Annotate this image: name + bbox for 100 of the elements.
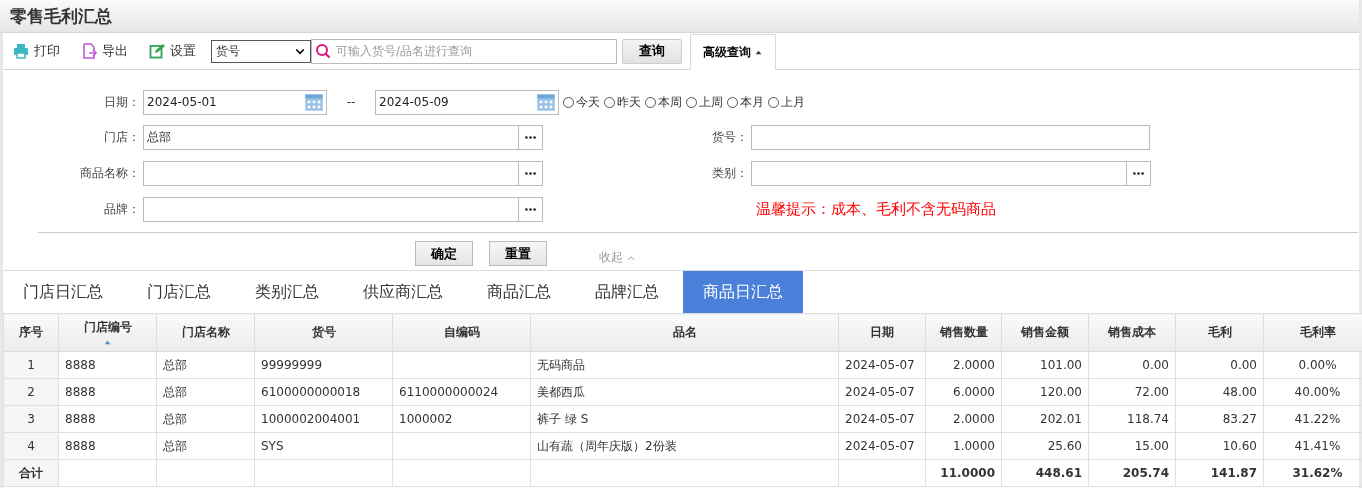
column-header[interactable]: 品名 [530, 313, 839, 352]
table-cell: 8888 [58, 405, 157, 433]
table-cell: 2 [3, 378, 59, 406]
radio-label[interactable]: 昨天 [617, 93, 641, 111]
tab[interactable]: 供应商汇总 [343, 271, 463, 313]
table-cell: 2.0000 [925, 405, 1002, 433]
action-button[interactable]: 确定 [414, 241, 473, 266]
table-cell: 15.00 [1088, 432, 1176, 460]
column-header[interactable]: 自编码 [392, 313, 531, 352]
tab[interactable]: 品牌汇总 [575, 271, 679, 313]
more-button[interactable] [519, 161, 543, 186]
table-cell: 101.00 [1001, 351, 1089, 379]
table-cell: 6.0000 [925, 378, 1002, 406]
table-cell: 0.00 [1088, 351, 1176, 379]
table-cell: 2024-05-07 [838, 405, 926, 433]
table-cell: 美都西瓜 [530, 378, 839, 406]
table-cell: 4 [3, 432, 59, 460]
table-cell: 25.60 [1001, 432, 1089, 460]
search-type-dropdown[interactable]: 货号 [211, 39, 311, 63]
radio-label[interactable]: 本周 [658, 93, 682, 111]
tab[interactable]: 商品汇总 [467, 271, 571, 313]
tab[interactable]: 门店汇总 [127, 271, 231, 313]
table-cell: 8888 [58, 351, 157, 379]
table-cell: SYS [254, 432, 393, 460]
table-cell: 8888 [58, 432, 157, 460]
toolbar-button[interactable]: 导出 [81, 42, 128, 60]
toolbar-button[interactable]: 打印 [13, 42, 60, 60]
field-label: 货号： [711, 129, 749, 146]
date-separator: -- [345, 95, 357, 109]
more-button[interactable] [519, 197, 543, 222]
window-title: 零售毛利汇总 [0, 0, 1359, 33]
radio-label[interactable]: 今天 [576, 93, 600, 111]
table-cell: 83.27 [1175, 405, 1264, 433]
table-cell: 总部 [156, 378, 255, 406]
field-label: 日期： [103, 93, 141, 111]
table-cell: 448.61 [1001, 459, 1089, 487]
more-button[interactable] [1127, 161, 1151, 186]
field-label: 品牌： [103, 201, 141, 218]
text-field[interactable] [751, 125, 1150, 150]
text-field[interactable] [143, 197, 519, 222]
column-header[interactable]: 毛利 [1175, 313, 1264, 352]
edit-icon [149, 43, 165, 59]
toolbar-button[interactable]: 设置 [149, 42, 196, 60]
action-button[interactable]: 重置 [488, 241, 547, 266]
table-cell: 合计 [3, 459, 59, 487]
table-cell: 2024-05-07 [838, 351, 926, 379]
text-field[interactable] [751, 161, 1127, 186]
table-cell: 1000002 [392, 405, 531, 433]
table-cell: 1.0000 [925, 432, 1002, 460]
calendar-icon [536, 92, 556, 112]
radio-label[interactable]: 上周 [699, 93, 723, 111]
print-icon [13, 43, 29, 59]
column-header[interactable]: 门店名称 [156, 313, 255, 352]
table-cell: 8888 [58, 378, 157, 406]
table-cell: 202.01 [1001, 405, 1089, 433]
table-cell: 72.00 [1088, 378, 1176, 406]
tab[interactable]: 门店日汇总 [3, 271, 123, 313]
table-cell: 10.60 [1175, 432, 1264, 460]
advanced-search-tab[interactable]: 高级查询 [690, 34, 776, 70]
search-icon [315, 42, 331, 59]
table-cell: 6110000000024 [392, 378, 531, 406]
table-cell: 总部 [156, 405, 255, 433]
table-cell: 2.0000 [925, 351, 1002, 379]
column-header[interactable]: 销售金额 [1001, 313, 1089, 352]
search-field[interactable]: 可输入货号/品名进行查询 [311, 38, 617, 64]
column-header[interactable]: 日期 [838, 313, 926, 352]
text-field[interactable]: 总部 [143, 125, 519, 150]
table-cell: 1000002004001 [254, 405, 393, 433]
table-cell: 总部 [156, 432, 255, 460]
column-header[interactable]: 门店编号 [58, 313, 157, 352]
table-cell: 总部 [156, 351, 255, 379]
more-button[interactable] [519, 125, 543, 150]
table-cell: 118.74 [1088, 405, 1176, 433]
text-field[interactable] [143, 161, 519, 186]
table-cell: 48.00 [1175, 378, 1264, 406]
column-header[interactable]: 序号 [3, 313, 59, 352]
radio-label[interactable]: 上月 [781, 93, 805, 111]
table-cell: 120.00 [1001, 378, 1089, 406]
field-label: 商品名称： [79, 165, 141, 182]
table-cell: 2024-05-07 [838, 432, 926, 460]
column-header[interactable]: 毛利率 [1263, 313, 1362, 352]
field-label: 门店： [103, 129, 141, 146]
table-cell: 0.00 [1175, 351, 1264, 379]
calendar-icon [304, 92, 324, 112]
table-cell: 205.74 [1088, 459, 1176, 487]
field-label: 类别： [711, 165, 749, 182]
table-cell: 3 [3, 405, 59, 433]
radio-label[interactable]: 本月 [740, 93, 764, 111]
tab[interactable]: 商品日汇总 [683, 271, 803, 313]
table-cell: 山有蔬（周年庆版）2份装 [530, 432, 839, 460]
column-header[interactable]: 货号 [254, 313, 393, 352]
column-header[interactable]: 销售成本 [1088, 313, 1176, 352]
date-field[interactable]: 2024-05-01 [143, 89, 327, 115]
query-button[interactable]: 查询 [622, 38, 682, 64]
date-field[interactable]: 2024-05-09 [375, 89, 559, 115]
table-cell: 6100000000018 [254, 378, 393, 406]
tab[interactable]: 类别汇总 [235, 271, 339, 313]
table-cell: 141.87 [1175, 459, 1264, 487]
table-cell: 无码商品 [530, 351, 839, 379]
column-header[interactable]: 销售数量 [925, 313, 1002, 352]
